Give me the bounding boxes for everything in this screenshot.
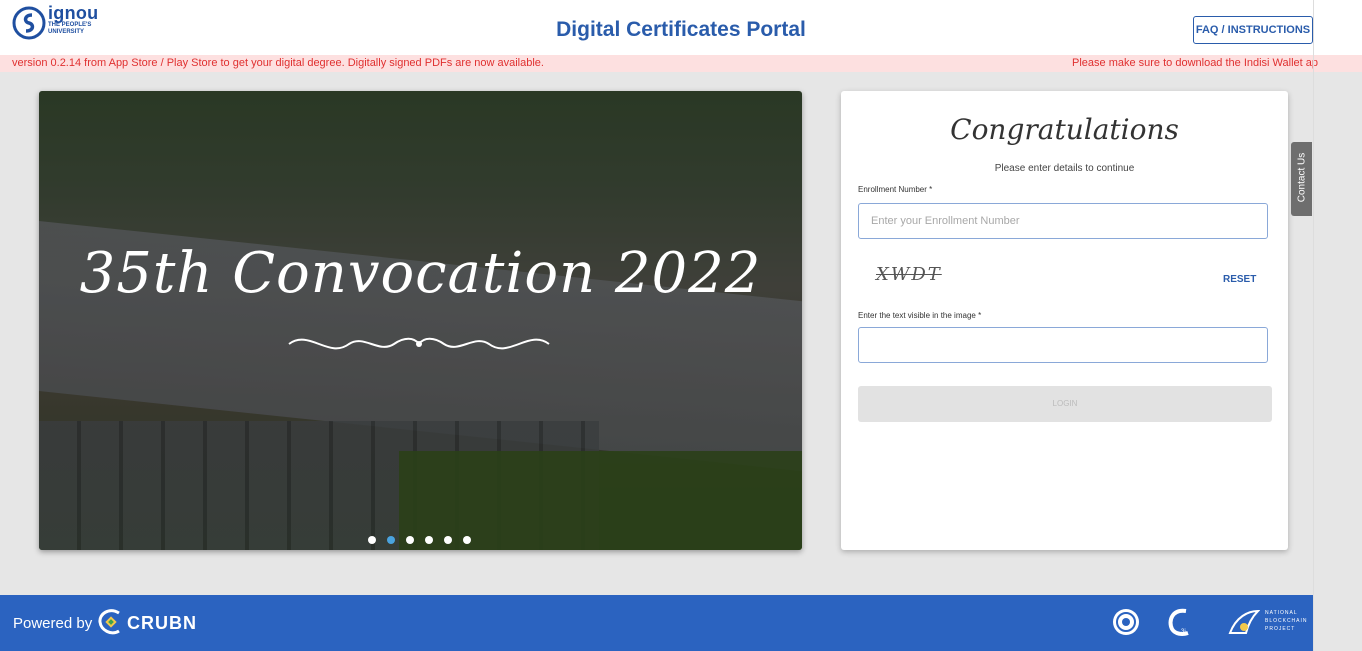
- powered-by-label: Powered by: [13, 615, 93, 632]
- header: ignou THE PEOPLE'S UNIVERSITY Digital Ce…: [0, 0, 1362, 55]
- carousel-dot[interactable]: [368, 536, 376, 544]
- crubn-logo-icon: [98, 609, 120, 635]
- carousel-dot[interactable]: [387, 536, 395, 544]
- crubn-brand: CRUBN: [127, 613, 197, 633]
- contact-us-label: Contact Us: [1296, 152, 1308, 203]
- nbp-logo-icon: [1228, 609, 1260, 634]
- nbp-line3: PROJECT: [1265, 626, 1296, 632]
- login-card: Congratulations Please enter details to …: [841, 91, 1288, 550]
- enrollment-input[interactable]: [858, 203, 1268, 239]
- login-button[interactable]: LOGIN: [858, 386, 1272, 422]
- nbp-text: NATIONAL BLOCKCHAIN PROJECT: [1265, 609, 1308, 633]
- carousel-dots: [368, 531, 482, 544]
- footer: Powered by CRUBN 3i NATIONAL BLOCKCHAIN …: [0, 595, 1313, 651]
- c3i-logo-icon: [1168, 608, 1189, 636]
- carousel-dot[interactable]: [406, 536, 414, 544]
- marquee-text-1: version 0.2.14 from App Store / Play Sto…: [12, 57, 544, 69]
- carousel-overlay: [39, 91, 802, 550]
- nbp-line1: NATIONAL: [1265, 610, 1298, 616]
- carousel-dot[interactable]: [425, 536, 433, 544]
- contact-us-tab[interactable]: Contact Us: [1291, 142, 1312, 216]
- c3i-label: 3i: [1181, 629, 1186, 635]
- page-title: Digital Certificates Portal: [556, 18, 806, 41]
- national-emblem-icon: [1113, 609, 1139, 635]
- card-heading: Congratulations: [950, 113, 1179, 146]
- reset-captcha-button[interactable]: RESET: [1223, 274, 1256, 285]
- captcha-image: XWDT: [876, 264, 942, 285]
- enrollment-label: Enrollment Number *: [858, 185, 933, 194]
- carousel-dot[interactable]: [463, 536, 471, 544]
- nbp-line2: BLOCKCHAIN: [1265, 618, 1308, 624]
- right-border: [1313, 0, 1314, 651]
- faq-instructions-button[interactable]: FAQ / INSTRUCTIONS: [1193, 16, 1313, 44]
- carousel-caption: 35th Convocation 2022: [79, 241, 762, 306]
- flourish-icon: [288, 337, 550, 350]
- captcha-input[interactable]: [858, 327, 1268, 363]
- card-subtitle: Please enter details to continue: [994, 163, 1135, 174]
- captcha-label: Enter the text visible in the image *: [858, 311, 982, 320]
- announcement-marquee: version 0.2.14 from App Store / Play Sto…: [0, 55, 1362, 72]
- marquee-text-2: Please make sure to download the Indisi …: [1072, 57, 1319, 69]
- carousel-dot[interactable]: [444, 536, 452, 544]
- image-carousel[interactable]: 35th Convocation 2022: [39, 91, 802, 550]
